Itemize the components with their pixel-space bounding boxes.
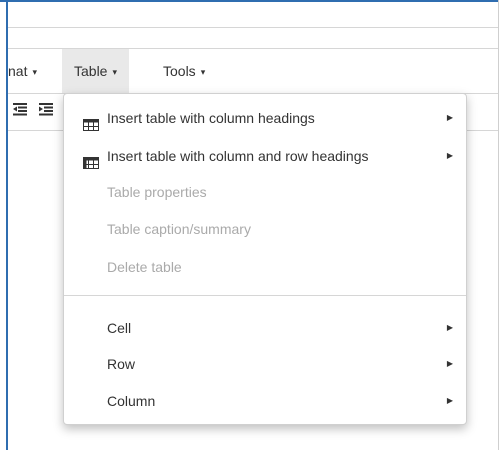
submenu-arrow-icon: ▶ bbox=[446, 323, 453, 332]
menu-table[interactable]: Table ▾ bbox=[62, 49, 129, 93]
menu-item-label: Insert table with column headings bbox=[107, 110, 315, 126]
menu-item-cell[interactable]: Cell ▶ bbox=[64, 314, 466, 342]
menu-item-label: Table caption/summary bbox=[107, 221, 251, 237]
header-strip-secondary bbox=[8, 28, 498, 49]
menu-item-label: Insert table with column and row heading… bbox=[107, 148, 369, 164]
chevron-down-icon: ▾ bbox=[112, 67, 117, 77]
menu-tools-label: Tools bbox=[163, 63, 196, 79]
menu-format[interactable]: nat ▾ bbox=[8, 49, 37, 93]
menu-item-label: Table properties bbox=[107, 184, 207, 200]
menu-tools[interactable]: Tools ▾ bbox=[163, 49, 205, 93]
menu-item-label: Row bbox=[107, 356, 136, 372]
table-grid-icon bbox=[83, 150, 99, 169]
chevron-down-icon: ▾ bbox=[32, 67, 37, 77]
menu-divider bbox=[64, 295, 466, 296]
menu-item-label: Cell bbox=[107, 320, 132, 336]
menu-item-delete-table[interactable]: Delete table bbox=[64, 253, 466, 281]
submenu-arrow-icon: ▶ bbox=[446, 151, 453, 160]
menu-item-insert-table-column-headings[interactable]: Insert table with column headings ▶ bbox=[64, 104, 466, 132]
menu-item-table-properties[interactable]: Table properties bbox=[64, 178, 466, 206]
indent-icon[interactable] bbox=[36, 102, 56, 122]
menu-item-row[interactable]: Row ▶ bbox=[64, 350, 466, 378]
menu-table-label: Table bbox=[74, 63, 108, 79]
menu-item-column[interactable]: Column ▶ bbox=[64, 387, 466, 415]
header-strip bbox=[8, 2, 498, 28]
menu-item-label: Delete table bbox=[107, 259, 182, 275]
menu-format-label: nat bbox=[8, 63, 28, 79]
menu-item-label: Column bbox=[107, 393, 156, 409]
menu-item-table-caption-summary[interactable]: Table caption/summary bbox=[64, 215, 466, 243]
chevron-down-icon: ▾ bbox=[200, 67, 206, 77]
submenu-arrow-icon: ▶ bbox=[446, 359, 453, 368]
submenu-arrow-icon: ▶ bbox=[446, 113, 453, 122]
editor-menubar: nat ▾ Table ▾ Tools ▾ bbox=[8, 49, 498, 93]
outdent-icon[interactable] bbox=[10, 102, 30, 122]
table-grid-icon bbox=[83, 112, 99, 131]
submenu-arrow-icon: ▶ bbox=[446, 396, 453, 405]
table-dropdown-menu: Insert table with column headings ▶ Inse… bbox=[63, 93, 467, 425]
menu-item-insert-table-column-row-headings[interactable]: Insert table with column and row heading… bbox=[64, 142, 466, 170]
